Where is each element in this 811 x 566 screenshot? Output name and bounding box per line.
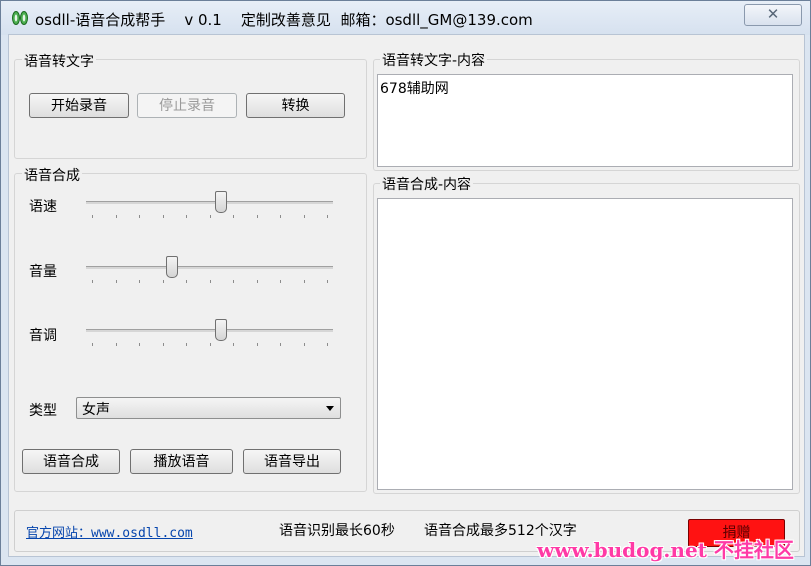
speed-slider[interactable] bbox=[86, 191, 333, 223]
tts-content-label: 语音合成-内容 bbox=[380, 174, 474, 194]
official-site-link-text[interactable]: 官方网站：www.osdll.com bbox=[26, 526, 193, 541]
slider-tick bbox=[210, 215, 211, 218]
export-button[interactable]: 语音导出 bbox=[243, 449, 341, 474]
speed-label: 语速 bbox=[29, 199, 57, 215]
close-button[interactable]: ✕ bbox=[744, 4, 802, 26]
close-icon: ✕ bbox=[766, 5, 780, 23]
app-window: osdll-语音合成帮手 v 0.1 定制改善意见 邮箱：osdll_GM@13… bbox=[0, 0, 811, 566]
slider-tick bbox=[327, 343, 328, 346]
voice-type-select[interactable]: 女声 bbox=[76, 397, 341, 419]
pitch-slider[interactable] bbox=[86, 319, 333, 351]
play-button[interactable]: 播放语音 bbox=[130, 449, 233, 474]
slider-tick bbox=[92, 215, 93, 218]
slider-tick bbox=[257, 215, 258, 218]
window-title: osdll-语音合成帮手 v 0.1 定制改善意见 邮箱：osdll_GM@13… bbox=[35, 11, 533, 29]
tts-group-label: 语音合成 bbox=[22, 165, 82, 185]
official-site-link[interactable]: 官方网站：www.osdll.com bbox=[26, 522, 193, 541]
slider-tick bbox=[327, 215, 328, 218]
slider-tick bbox=[163, 215, 164, 218]
app-logo-icon bbox=[12, 11, 28, 25]
slider-track bbox=[86, 201, 333, 204]
volume-label: 音量 bbox=[29, 264, 57, 280]
slider-tick bbox=[186, 215, 187, 218]
slider-tick bbox=[139, 215, 140, 218]
stt-result-text: 678辅助网 bbox=[380, 81, 449, 97]
slider-tick bbox=[257, 343, 258, 346]
voice-type-value: 女声 bbox=[82, 402, 110, 418]
slider-tick bbox=[233, 343, 234, 346]
synthesize-button[interactable]: 语音合成 bbox=[22, 449, 120, 474]
slider-tick bbox=[304, 280, 305, 283]
slider-tick bbox=[304, 215, 305, 218]
slider-tick bbox=[92, 280, 93, 283]
slider-track bbox=[86, 329, 333, 332]
client-area: 语音转文字 开始录音 停止录音 转换 语音合成 语速 音量 音调 类型 女声 语… bbox=[8, 34, 805, 557]
pitch-label: 音调 bbox=[29, 328, 57, 344]
type-label: 类型 bbox=[29, 403, 57, 419]
slider-thumb[interactable] bbox=[215, 319, 227, 341]
stt-limit-text: 语音识别最长60秒 bbox=[279, 523, 395, 539]
stt-group-label: 语音转文字 bbox=[22, 51, 96, 71]
slider-tick bbox=[92, 343, 93, 346]
slider-tick bbox=[327, 280, 328, 283]
slider-tick bbox=[116, 343, 117, 346]
volume-slider[interactable] bbox=[86, 256, 333, 288]
slider-tick bbox=[280, 215, 281, 218]
slider-tick bbox=[210, 343, 211, 346]
watermark-text: www.budog.net 不挂社区 bbox=[537, 538, 794, 562]
slider-tick bbox=[210, 280, 211, 283]
slider-thumb[interactable] bbox=[215, 191, 227, 213]
slider-tick bbox=[186, 343, 187, 346]
slider-tick bbox=[280, 280, 281, 283]
slider-tick bbox=[257, 280, 258, 283]
chevron-down-icon bbox=[326, 406, 334, 411]
slider-tick bbox=[186, 280, 187, 283]
slider-tick bbox=[233, 215, 234, 218]
slider-thumb[interactable] bbox=[166, 256, 178, 278]
slider-tick bbox=[116, 215, 117, 218]
slider-track bbox=[86, 266, 333, 269]
stop-record-button[interactable]: 停止录音 bbox=[137, 93, 237, 118]
stt-content-label: 语音转文字-内容 bbox=[380, 50, 488, 70]
start-record-button[interactable]: 开始录音 bbox=[29, 93, 129, 118]
slider-tick bbox=[163, 343, 164, 346]
slider-tick bbox=[163, 280, 164, 283]
stt-result-textbox[interactable]: 678辅助网 bbox=[377, 74, 793, 167]
slider-tick bbox=[139, 343, 140, 346]
convert-button[interactable]: 转换 bbox=[246, 93, 345, 118]
tts-input-textbox[interactable] bbox=[377, 198, 793, 490]
slider-tick bbox=[280, 343, 281, 346]
slider-tick bbox=[233, 280, 234, 283]
slider-tick bbox=[304, 343, 305, 346]
title-bar[interactable]: osdll-语音合成帮手 v 0.1 定制改善意见 邮箱：osdll_GM@13… bbox=[1, 1, 810, 35]
slider-tick bbox=[116, 280, 117, 283]
slider-tick bbox=[139, 280, 140, 283]
